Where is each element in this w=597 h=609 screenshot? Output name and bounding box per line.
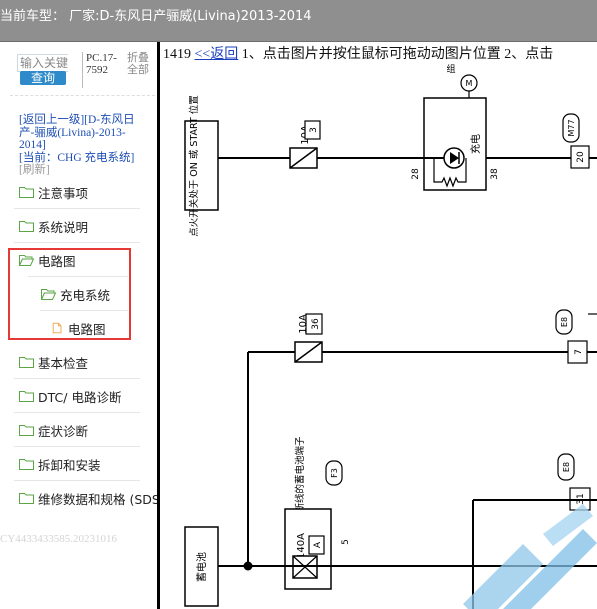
- sidebar: 输入关键 查询 PC.17- 7592 折叠 全部 [返回上一级][D-东风日产…: [0, 42, 160, 609]
- current-location: CHG 充电系统: [57, 151, 131, 164]
- watermark-text: CY4433433585.20231016: [0, 533, 118, 545]
- tree-item-label: 拆卸和安装: [38, 457, 101, 473]
- tree-item-system-description[interactable]: 系统说明: [19, 217, 88, 235]
- watermark-graphic: [463, 504, 597, 609]
- connector-m-label: M: [466, 79, 473, 88]
- folder-icon: [19, 425, 34, 436]
- diagram-viewer[interactable]: 1419 <<返回 1、点击图片并按住鼠标可拖动动图片位置 2、点击 点火开关处…: [163, 42, 597, 609]
- svg-text:E8: E8: [562, 462, 571, 472]
- fuse-1-number: 3: [309, 127, 319, 133]
- pin-28: 28: [411, 168, 421, 180]
- divider: [14, 208, 140, 209]
- current-prefix: [当前：: [19, 151, 58, 164]
- window-title: 当前车型： 厂家:D-东风日产骊威(Livina)2013-2014: [0, 9, 312, 24]
- collapse-all-button[interactable]: 折叠 全部: [127, 52, 149, 76]
- pin-5: 5: [341, 539, 351, 545]
- instruction-bar: 1419 <<返回 1、点击图片并按住鼠标可拖动动图片位置 2、点击: [163, 43, 553, 63]
- tree-item-dtc-diagnosis[interactable]: DTC/ 电路诊断: [19, 387, 121, 405]
- tree-item-basic-inspection[interactable]: 基本检查: [19, 353, 88, 371]
- battery-label: 蓄电池: [195, 552, 208, 582]
- tree-item-label: 系统说明: [38, 219, 89, 235]
- tree-item-symptom-diagnosis[interactable]: 症状诊断: [19, 421, 88, 439]
- folder-icon: [19, 221, 34, 232]
- pin-38: 38: [490, 168, 500, 180]
- fuse-2-number: 36: [311, 318, 321, 330]
- tree-item-removal-installation[interactable]: 拆卸和安装: [19, 455, 101, 473]
- fusible-amp: 140A: [296, 533, 307, 559]
- tree-item-label: 基本检查: [38, 355, 89, 371]
- divider: [14, 480, 140, 481]
- svg-text:M77: M77: [567, 119, 576, 136]
- highlight-box: [8, 248, 131, 340]
- tree-item-label: 注意事项: [38, 185, 89, 201]
- svg-text:7: 7: [574, 349, 584, 355]
- divider: [10, 95, 155, 96]
- tree-item-service-data[interactable]: 维修数据和规格 (SDS: [19, 489, 160, 507]
- ignition-label-line1: 点火开关处于 ON 或 START 位置: [188, 95, 200, 236]
- page-number: 1419: [163, 47, 191, 62]
- svg-text:E8: E8: [560, 317, 569, 327]
- divider: [82, 52, 83, 88]
- tree-item-label: DTC/ 电路诊断: [38, 389, 122, 405]
- circuit-diagram[interactable]: 点火开关处于 ON 或 START 位置 10A 3 M 组 充电 28 38 …: [163, 64, 597, 609]
- search-input[interactable]: 输入关键: [17, 54, 68, 72]
- pc-code-line2: 7592: [86, 64, 108, 76]
- tree-item-notes[interactable]: 注意事项: [19, 183, 88, 201]
- pc-code-line1: PC.17-: [86, 52, 117, 64]
- back-link[interactable]: <<返回: [195, 47, 239, 62]
- collapse-all-line2: 全部: [127, 63, 149, 76]
- divider: [14, 242, 140, 243]
- svg-text:F3: F3: [330, 468, 339, 478]
- svg-text:20: 20: [576, 151, 586, 163]
- window-titlebar: 当前车型： 厂家:D-东风日产骊威(Livina)2013-2014: [0, 0, 597, 42]
- folder-icon: [19, 493, 34, 504]
- back-link[interactable]: [返回上一级]: [19, 114, 84, 126]
- pc-code: PC.17- 7592: [86, 52, 117, 76]
- junction-dot: [243, 561, 253, 571]
- tree-item-label: 症状诊断: [38, 423, 89, 439]
- refresh-link[interactable]: [刷新]: [19, 164, 50, 176]
- folder-icon: [19, 391, 34, 402]
- instruction-text: 1、点击图片并按住鼠标可拖动动图片位置 2、点击: [241, 47, 554, 62]
- divider: [14, 446, 140, 447]
- query-button[interactable]: 查询: [20, 71, 66, 85]
- partial-label: 组: [446, 64, 455, 75]
- folder-icon: [19, 187, 34, 198]
- tree-item-label: 维修数据和规格 (SDS: [38, 491, 160, 507]
- divider: [14, 412, 140, 413]
- folder-icon: [19, 459, 34, 470]
- fusible-number: A: [313, 541, 323, 548]
- divider: [14, 378, 140, 379]
- charge-label: 充电: [469, 134, 482, 154]
- folder-icon: [19, 357, 34, 368]
- current-suffix: ]: [130, 151, 135, 164]
- breadcrumb: [返回上一级][D-东风日产-骊威(Livina)-2013-2014] [当前…: [19, 114, 149, 177]
